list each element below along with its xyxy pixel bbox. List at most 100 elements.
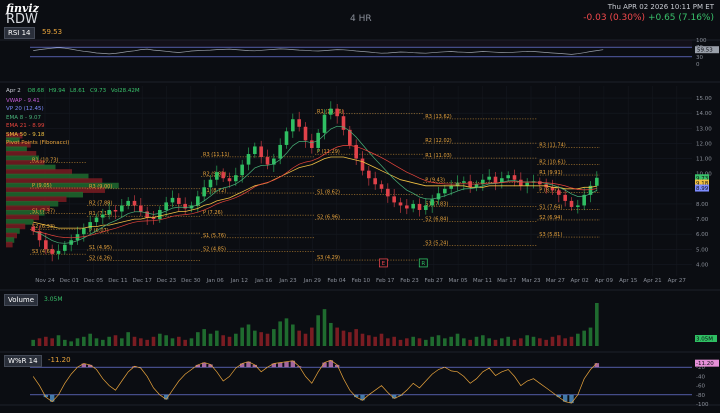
price-tick-label: 5.00	[696, 247, 709, 253]
legend-indicator[interactable]: VWAP - 9.41	[6, 97, 69, 105]
volume-bar	[588, 327, 593, 346]
pivot-label: R1 (10.73)	[32, 158, 59, 164]
pivot-label: S2 (4.85)	[203, 247, 226, 253]
volume-bar	[424, 339, 428, 346]
candle-body	[569, 200, 574, 207]
volume-badge-text: 3.05M	[696, 337, 713, 343]
volume-bar	[462, 338, 466, 346]
volume-bar	[373, 336, 377, 346]
volume-bar	[487, 338, 491, 346]
volume-bar	[417, 338, 422, 346]
legend-indicator[interactable]: SMA 50 - 9.18	[6, 131, 69, 139]
willr-overbought-fill	[277, 362, 283, 368]
time-tick-label: Mar 23	[521, 278, 541, 284]
volume-bar	[240, 327, 244, 346]
time-tick-label: Mar 11	[473, 278, 492, 284]
volume-bar	[335, 327, 339, 346]
willr-tick-label: -40	[696, 374, 705, 380]
time-tick-label: Dec 11	[108, 278, 127, 284]
volume-bar	[360, 333, 365, 346]
chart-canvas[interactable]: 1007030059.5315.0014.0013.0012.0011.0010…	[0, 0, 720, 413]
candle-body	[227, 178, 232, 182]
ohlc-readout: Apr 2 O8.68 H9.94 L8.61 C9.73 Vol28.42M	[6, 88, 140, 94]
volume-bar	[544, 339, 548, 346]
willr-tick-label: -80	[696, 393, 705, 399]
candle-body	[392, 196, 396, 203]
volume-bar	[310, 327, 314, 346]
willr-panel-label[interactable]: W%R 14	[4, 355, 42, 367]
volume-bar	[449, 336, 453, 346]
rsi-panel-label[interactable]: RSI 14	[4, 27, 35, 39]
volume-bar	[430, 336, 434, 346]
volume-bar	[208, 333, 213, 346]
candle-body	[259, 146, 263, 158]
time-tick-label: Jan 29	[303, 278, 322, 284]
price-tick-label: 11.00	[696, 157, 712, 163]
candle-body	[291, 119, 295, 132]
volume-bar	[392, 336, 396, 346]
candle-body	[322, 114, 327, 133]
time-tick-label: Mar 27	[546, 278, 566, 284]
volume-bar	[253, 330, 257, 346]
time-tick-label: Mar 05	[449, 278, 469, 284]
candle-body	[557, 190, 561, 195]
legend-indicator[interactable]: EMA 21 - 8.99	[6, 122, 69, 130]
pivot-label: R3 (11.74)	[539, 142, 566, 148]
price-tick-label: 6.00	[696, 232, 709, 238]
volume-bar	[341, 330, 346, 346]
price-tick-label: 8.00	[696, 202, 709, 208]
ohlc-close: C9.73	[90, 88, 107, 94]
pivot-label: S1 (8.62)	[317, 190, 340, 196]
legend-indicator[interactable]: EMA 8 - 9.07	[6, 114, 69, 122]
time-tick-label: Dec 17	[133, 278, 153, 284]
volume-bar	[126, 332, 130, 346]
candle-body	[113, 209, 118, 212]
candle-body	[265, 157, 270, 165]
candle-body	[430, 199, 434, 206]
candle-body	[246, 154, 251, 165]
volume-bar	[493, 339, 498, 346]
price-badge-text: 8.99	[696, 186, 709, 192]
candle-body	[398, 202, 403, 206]
volume-bar	[88, 333, 92, 346]
volume-bar	[278, 321, 282, 346]
pivot-label: R2 (10.61)	[539, 159, 566, 165]
volume-bar	[386, 338, 390, 346]
candle-body	[107, 209, 111, 215]
pivot-label: S3 (5.81)	[539, 232, 562, 238]
candle-body	[525, 182, 529, 186]
candle-body	[563, 194, 567, 201]
candle-body	[550, 187, 555, 191]
candle-body	[101, 214, 105, 218]
legend-indicator[interactable]: Pivot Points (Fibonacci)	[6, 139, 69, 147]
pivot-label: R1 (11.03)	[425, 153, 452, 159]
volume-bar	[398, 339, 403, 346]
candle-body	[126, 200, 130, 206]
candle-body	[177, 197, 181, 204]
candle-body	[63, 244, 67, 251]
volume-bar	[329, 322, 333, 346]
day-change: +0.65 (7.16%)	[647, 13, 714, 23]
volume-bar	[132, 336, 137, 346]
candle-body	[253, 146, 257, 155]
candle-body	[411, 203, 415, 209]
pivot-label: R2 (7.88)	[89, 201, 112, 207]
ticker-symbol: RDW	[6, 12, 38, 27]
ohlc-volume: Vol28.42M	[110, 88, 140, 94]
volume-bar	[284, 318, 289, 346]
volume-bar	[455, 333, 460, 346]
legend-indicator[interactable]: VP 20 (12.45)	[6, 105, 69, 113]
candle-body	[449, 185, 453, 189]
volume-bar	[436, 335, 441, 346]
volume-bar	[582, 330, 586, 346]
candle-body	[132, 200, 137, 206]
volume-bar	[151, 336, 156, 346]
rsi-line	[33, 47, 604, 55]
volume-bar	[348, 332, 352, 346]
candle-body	[234, 175, 238, 182]
volume-bar	[221, 335, 225, 346]
volume-panel-label[interactable]: Volume	[4, 294, 39, 306]
volume-bar	[481, 335, 485, 346]
volume-bar	[56, 335, 61, 346]
volume-bar	[468, 339, 472, 346]
